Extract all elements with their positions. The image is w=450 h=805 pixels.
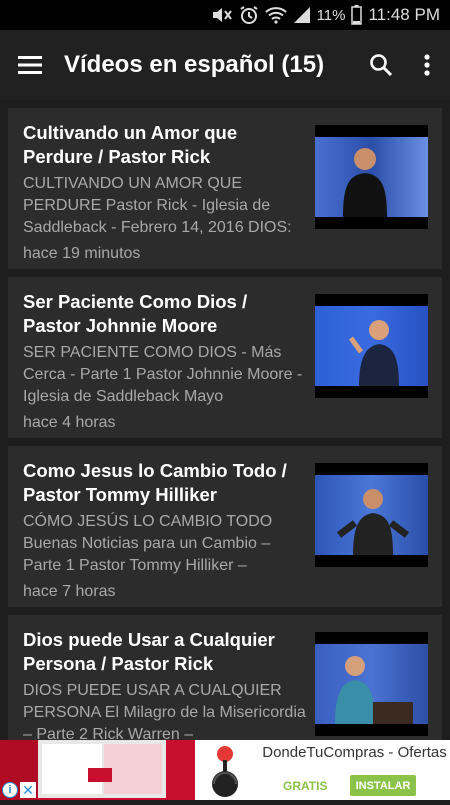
menu-button[interactable] [0,30,60,100]
video-description: SER PACIENTE COMO DIOS - Más Cerca - Par… [23,344,303,405]
video-title: Ser Paciente Como Dios / Pastor Johnnie … [23,291,248,336]
video-title: Como Jesus lo Cambio Todo / Pastor Tommy… [23,460,287,505]
ad-price: GRATIS [283,779,328,793]
video-card[interactable]: Cultivando un Amor que Perdure / Pastor … [8,108,442,269]
ad-install-button[interactable]: INSTALAR [350,775,416,796]
video-title: Dios puede Usar a Cualquier Persona / Pa… [23,629,275,674]
wifi-icon [264,6,287,24]
joystick-app-icon[interactable] [195,740,255,800]
video-card[interactable]: Dios puede Usar a Cualquier Persona / Pa… [8,615,442,740]
search-icon [370,54,393,77]
video-time: hace 4 horas [23,414,116,431]
ad-close-icon[interactable]: ✕ [20,782,36,798]
video-thumbnail[interactable] [315,294,428,398]
status-bar: 11% 11:48 PM [0,0,450,30]
ad-banner[interactable]: i ✕ DondeTuCompras - Ofertas GRATIS INST… [0,740,450,800]
video-description: DIOS PUEDE USAR A CUALQUIER PERSONA El M… [23,682,306,740]
video-thumbnail[interactable] [315,632,428,736]
ad-info-icon[interactable]: i [2,782,18,798]
video-thumbnail[interactable] [315,463,428,567]
ad-app-name: DondeTuCompras - Ofertas [262,744,447,761]
video-description: CÓMO JESÚS LO CAMBIO TODO Buenas Noticia… [23,513,273,574]
video-description: CULTIVANDO UN AMOR QUE PERDURE Pastor Ri… [23,175,292,236]
alarm-icon [239,5,259,25]
battery-percent: 11% [316,6,346,24]
more-vert-icon [424,54,430,76]
video-thumbnail[interactable] [315,125,428,229]
hamburger-menu-icon [18,56,42,74]
page-title: Vídeos en español (15) [64,51,325,78]
mute-icon [211,6,233,24]
video-list[interactable]: Cultivando un Amor que Perdure / Pastor … [0,100,450,740]
search-button[interactable] [358,30,404,100]
video-card[interactable]: Como Jesus lo Cambio Todo / Pastor Tommy… [8,446,442,607]
app-bar: Vídeos en español (15) [0,30,450,100]
more-options-button[interactable] [404,30,450,100]
battery-icon [351,5,363,25]
video-time: hace 19 minutos [23,245,141,262]
video-card[interactable]: Ser Paciente Como Dios / Pastor Johnnie … [8,277,442,438]
video-time: hace 7 horas [23,583,116,600]
video-title: Cultivando un Amor que Perdure / Pastor … [23,122,238,167]
clock: 11:48 PM [368,5,440,24]
signal-icon [293,6,311,24]
